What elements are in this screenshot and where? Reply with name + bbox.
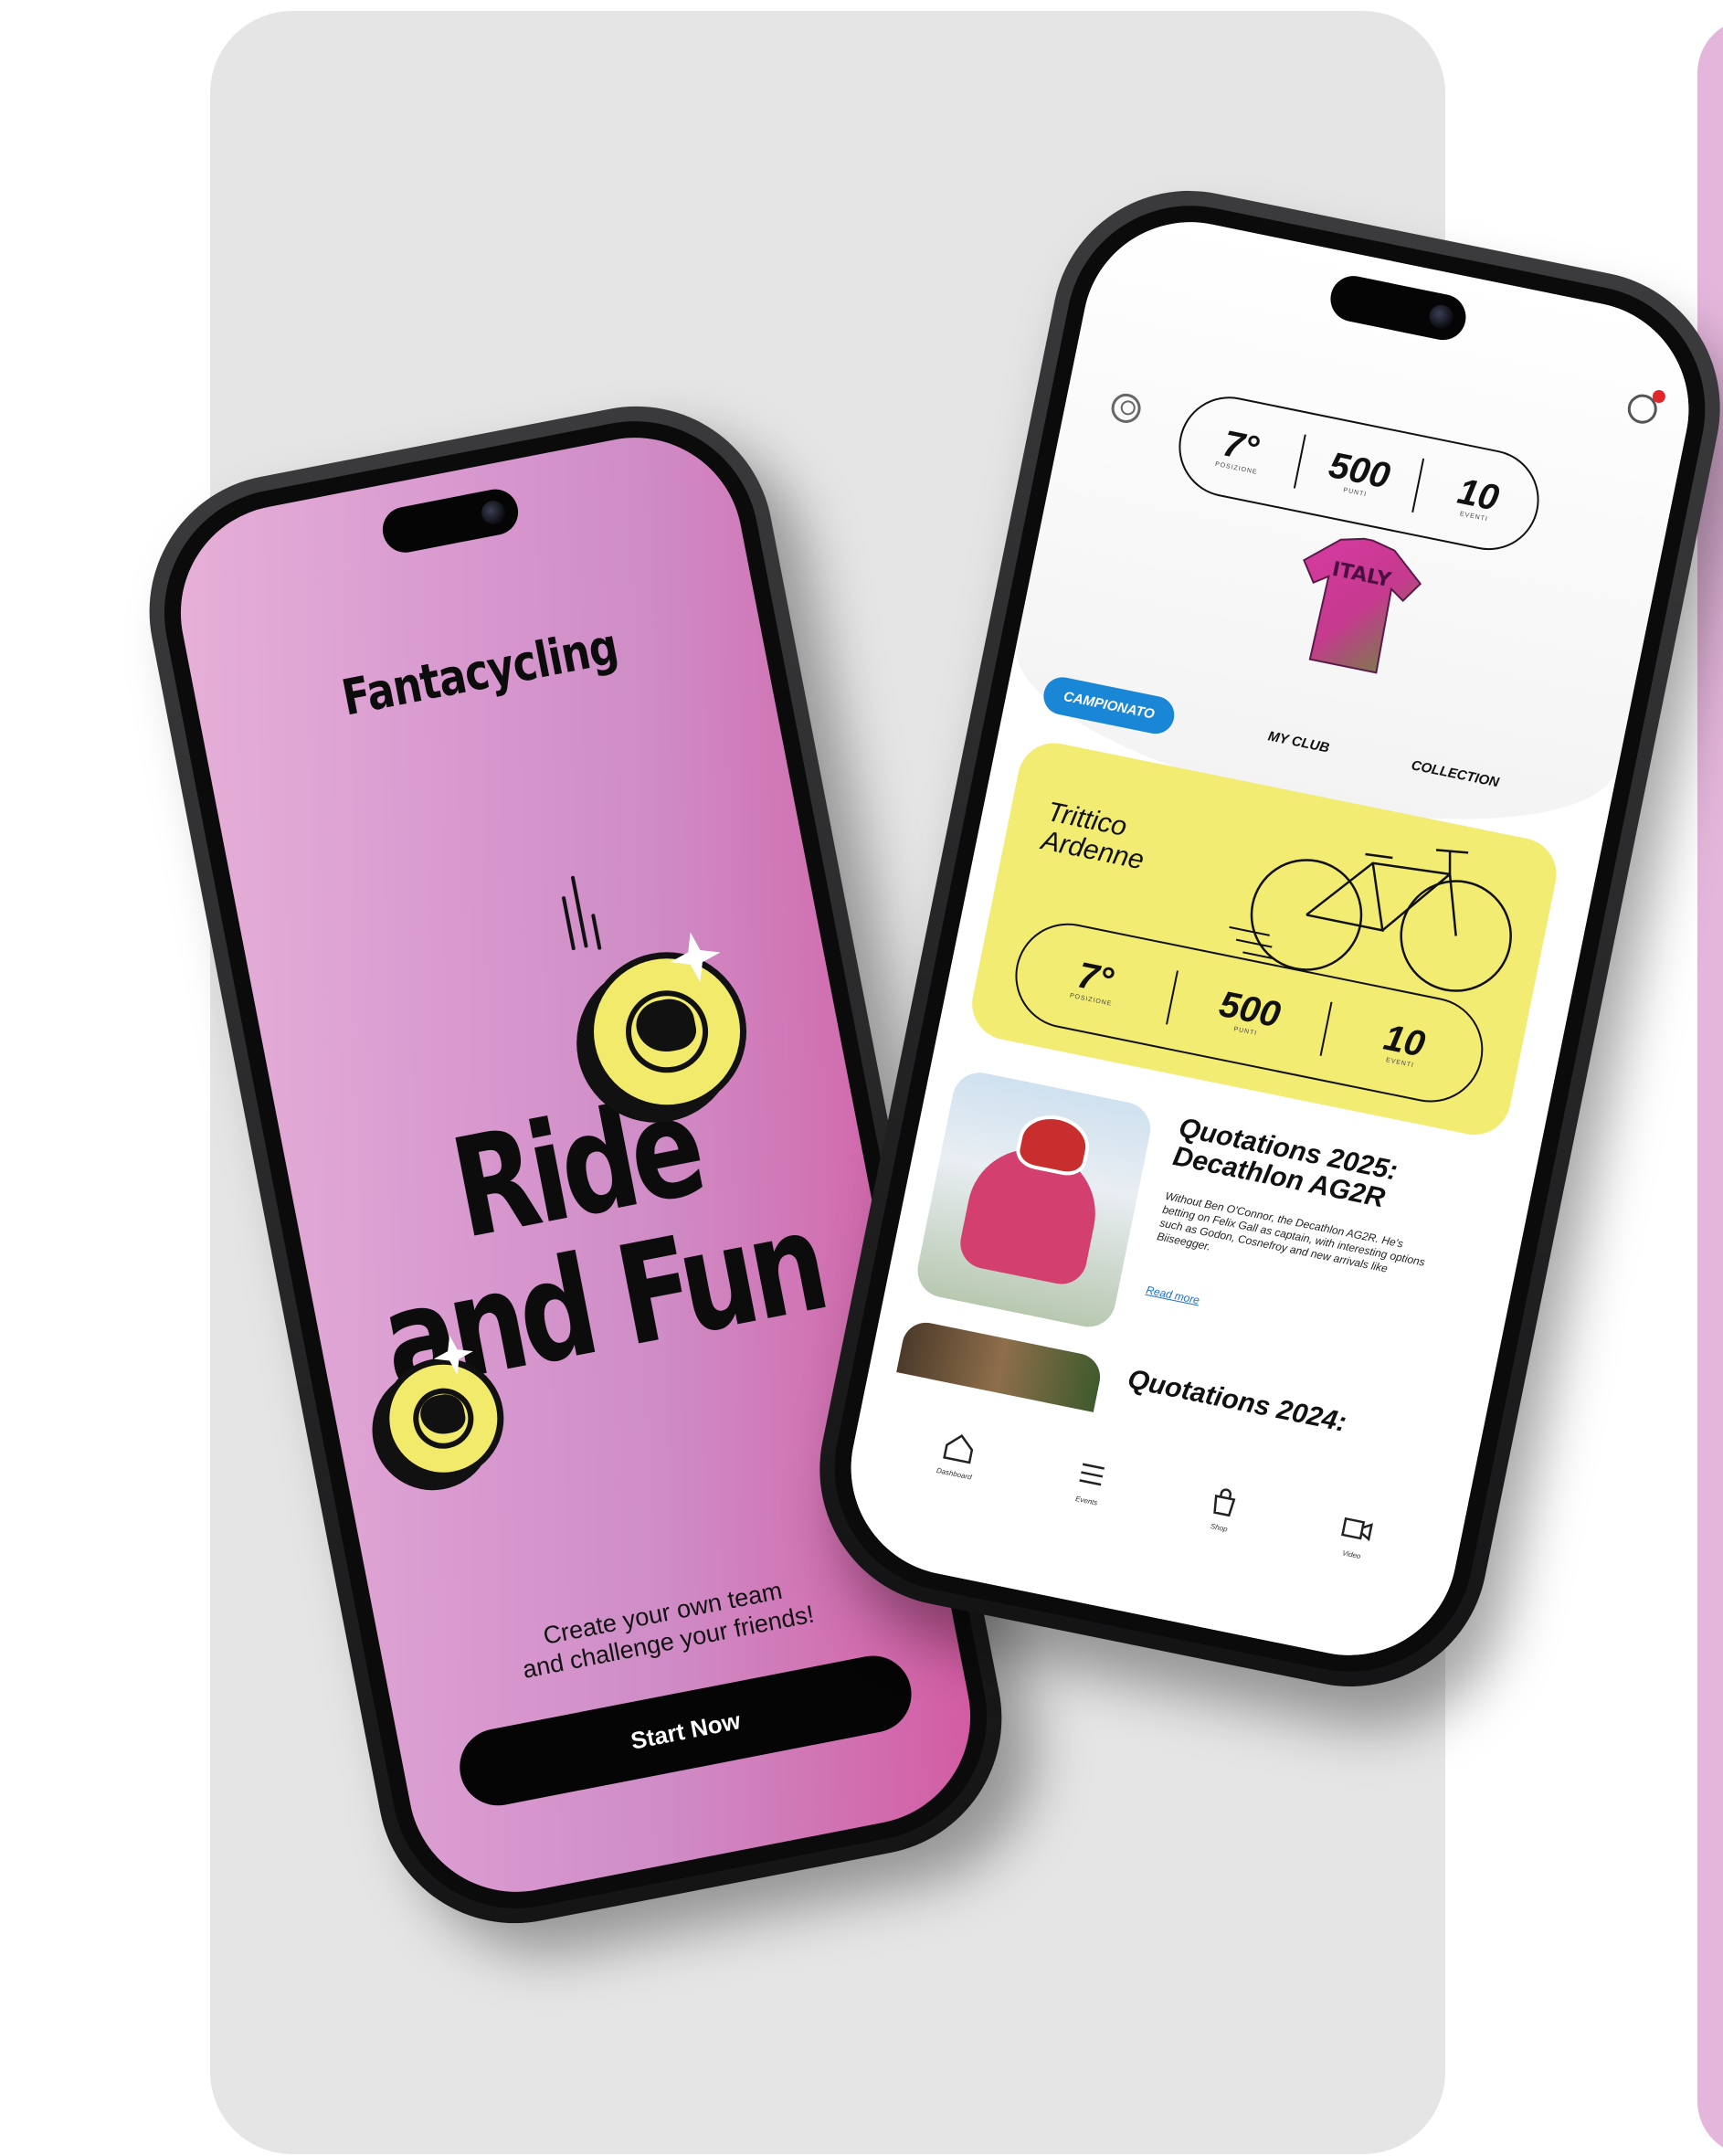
shop-icon [1213, 1488, 1236, 1517]
dynamic-island [378, 485, 523, 557]
nav-video[interactable]: Video [1286, 1501, 1405, 1663]
app-brand-title: Fantacycling [337, 617, 622, 727]
camera-icon [1427, 302, 1455, 332]
stat-events: 10 EVENTI [1323, 1007, 1485, 1082]
event-title: Trittico Ardenne [1039, 797, 1152, 875]
tab-my-club[interactable]: MY CLUB [1266, 728, 1330, 756]
nav-events[interactable]: Events [1021, 1447, 1140, 1609]
menu-icon [1079, 1463, 1105, 1486]
video-icon [1341, 1517, 1373, 1542]
speed-line [561, 895, 576, 951]
news-image-rider[interactable] [913, 1067, 1156, 1332]
tab-collection[interactable]: COLLECTION [1410, 757, 1500, 790]
nav-dashboard[interactable]: Dashboard [889, 1421, 1008, 1582]
jersey-image: ITALY [1303, 537, 1422, 674]
stat-events: 10 EVENTI [1415, 464, 1541, 532]
speed-line [590, 913, 602, 950]
home-icon [943, 1434, 974, 1464]
stat-points: 500 PUNTI [1168, 976, 1330, 1051]
nav-shop[interactable]: Shop [1154, 1474, 1273, 1636]
hero-headline: Ride and Fun [345, 1059, 834, 1423]
stat-position: 7° POSIZIONE [1178, 416, 1304, 483]
stat-position: 7° POSIZIONE [1014, 944, 1176, 1019]
stat-points: 500 PUNTI [1296, 439, 1422, 507]
read-more-link[interactable]: Read more [1145, 1284, 1200, 1307]
camera-icon [479, 498, 508, 527]
news-title-second[interactable]: Quotations 2024: [1125, 1364, 1349, 1439]
